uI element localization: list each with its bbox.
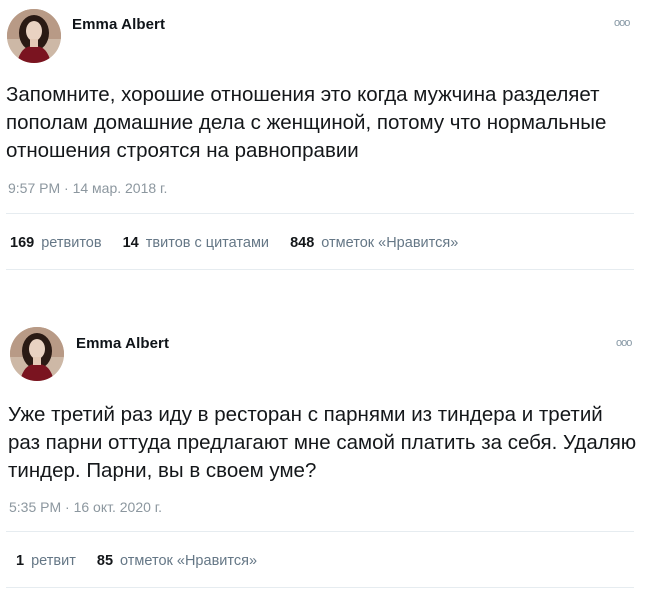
avatar[interactable] xyxy=(7,9,61,63)
more-dots-icon[interactable]: ooo xyxy=(614,18,630,29)
tweet-1: Emma Albert ooo Запомните, хорошие отнош… xyxy=(0,0,652,285)
likes-count[interactable]: 85 отметок «Нравится» xyxy=(97,553,257,569)
stats-row: 169 ретвитов 14 твитов с цитатами 848 от… xyxy=(10,235,475,251)
tweet-text: Уже третий раз иду в ресторан с парнями … xyxy=(8,403,637,482)
tweet-2: Emma Albert ooo Уже третий раз иду в рес… xyxy=(0,318,652,601)
divider xyxy=(6,587,634,588)
divider xyxy=(6,531,634,532)
tweet-text: Запомните, хорошие отношения это когда м… xyxy=(6,83,607,162)
divider xyxy=(6,269,634,270)
avatar[interactable] xyxy=(10,327,64,381)
author-name[interactable]: Emma Albert xyxy=(76,335,169,352)
stats-row: 1 ретвит 85 отметок «Нравится» xyxy=(16,553,274,569)
retweets-count[interactable]: 169 ретвитов xyxy=(10,235,102,251)
more-dots-icon[interactable]: ooo xyxy=(616,338,632,349)
likes-count[interactable]: 848 отметок «Нравится» xyxy=(290,235,458,251)
timestamp[interactable]: 9:57 PM · 14 мар. 2018 г. xyxy=(8,180,167,196)
author-name[interactable]: Emma Albert xyxy=(72,16,165,33)
divider xyxy=(6,213,634,214)
retweets-count[interactable]: 1 ретвит xyxy=(16,553,76,569)
quote-tweets-count[interactable]: 14 твитов с цитатами xyxy=(123,235,269,251)
timestamp[interactable]: 5:35 PM · 16 окт. 2020 г. xyxy=(9,499,162,515)
